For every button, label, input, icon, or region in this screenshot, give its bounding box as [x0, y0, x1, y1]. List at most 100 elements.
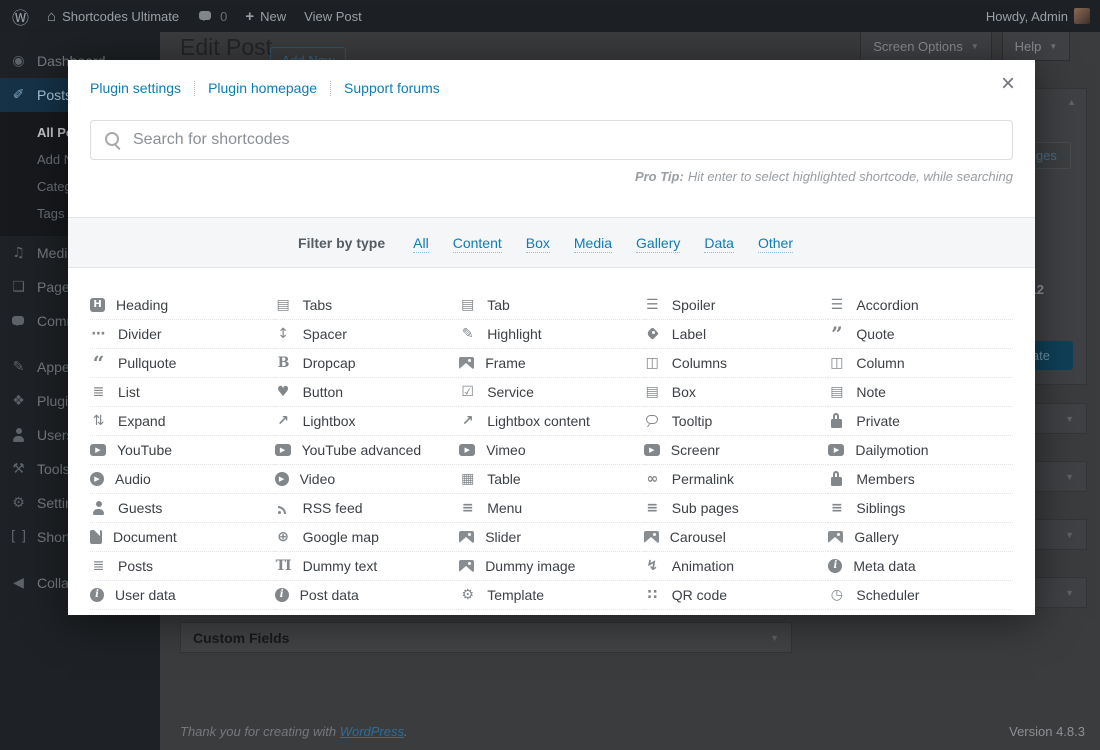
- shortcode-item-siblings[interactable]: ≡Siblings: [828, 494, 1013, 523]
- shortcode-item-label[interactable]: Label: [644, 320, 829, 349]
- filter-content[interactable]: Content: [453, 235, 502, 253]
- shortcode-item-dummy-text[interactable]: TIDummy text: [275, 552, 460, 581]
- shortcode-item-lightbox[interactable]: ↗Lightbox: [275, 407, 460, 436]
- shortcode-item-quote[interactable]: ”Quote: [828, 320, 1013, 349]
- shortcode-item-table[interactable]: ▦Table: [459, 465, 644, 494]
- shortcode-item-list[interactable]: ≣ List: [90, 378, 275, 407]
- filter-all[interactable]: All: [413, 235, 429, 253]
- shortcode-item-document[interactable]: Document: [90, 523, 275, 552]
- shortcode-item-divider[interactable]: ⋯Divider: [90, 320, 275, 349]
- shortcode-item-frame[interactable]: Frame: [459, 349, 644, 378]
- shortcode-item-tooltip[interactable]: Tooltip: [644, 407, 829, 436]
- shortcode-item-user-data[interactable]: iUser data: [90, 581, 275, 610]
- frame-image-icon: [459, 357, 474, 369]
- label-tag-icon: [644, 326, 661, 342]
- site-menu[interactable]: ⌂ Shortcodes Ultimate: [47, 8, 179, 25]
- shortcode-item-sub-pages[interactable]: ≡Sub pages: [644, 494, 829, 523]
- help-tab[interactable]: Help ▼: [1002, 32, 1070, 61]
- shortcode-label: Google map: [303, 529, 379, 545]
- shortcode-item-members[interactable]: Members: [828, 465, 1013, 494]
- screen-options-tab[interactable]: Screen Options ▼: [860, 32, 992, 61]
- shortcode-item-animation[interactable]: ↯Animation: [644, 552, 829, 581]
- shortcode-item-qr-code[interactable]: ∷QR code: [644, 581, 829, 610]
- search-input[interactable]: [90, 120, 1013, 160]
- comments-menu[interactable]: 0: [197, 8, 227, 24]
- shortcode-item-service[interactable]: ☑Service: [459, 378, 644, 407]
- shortcode-item-columns[interactable]: ◫Columns: [644, 349, 829, 378]
- shortcode-label: Heading: [116, 297, 168, 313]
- custom-fields-panel[interactable]: Custom Fields ▼: [180, 622, 792, 653]
- shortcode-item-youtube-advanced[interactable]: ▶YouTube advanced: [275, 436, 460, 465]
- list-icon: ≣: [90, 384, 107, 400]
- user-data-info-icon: i: [90, 588, 104, 602]
- shortcode-item-dailymotion[interactable]: ▶Dailymotion: [828, 436, 1013, 465]
- shortcode-item-scheduler[interactable]: ◷Scheduler: [828, 581, 1013, 610]
- filter-gallery[interactable]: Gallery: [636, 235, 680, 253]
- wordpress-link[interactable]: WordPress: [340, 724, 404, 739]
- filter-other[interactable]: Other: [758, 235, 793, 253]
- shortcode-item-permalink[interactable]: ∞Permalink: [644, 465, 829, 494]
- shortcode-item-post-data[interactable]: iPost data: [275, 581, 460, 610]
- shortcode-label: RSS feed: [303, 500, 363, 516]
- shortcode-item-carousel[interactable]: Carousel: [644, 523, 829, 552]
- modal-link-plugin-settings[interactable]: Plugin settings: [90, 80, 181, 96]
- shortcode-item-menu[interactable]: ≡Menu: [459, 494, 644, 523]
- close-icon[interactable]: ×: [995, 70, 1021, 98]
- shortcode-item-template[interactable]: ⚙Template: [459, 581, 644, 610]
- panel-toggle-down-icon[interactable]: ▼: [1065, 530, 1074, 540]
- shortcode-item-tabs[interactable]: ▤Tabs: [275, 291, 460, 320]
- shortcode-label: QR code: [672, 587, 727, 603]
- shortcode-item-posts[interactable]: ≣Posts: [90, 552, 275, 581]
- shortcode-item-slider[interactable]: Slider: [459, 523, 644, 552]
- shortcode-label: Note: [856, 384, 886, 400]
- shortcode-item-lightbox-content[interactable]: ↗Lightbox content: [459, 407, 644, 436]
- shortcode-item-pullquote[interactable]: “Pullquote: [90, 349, 275, 378]
- view-post-menu[interactable]: View Post: [304, 9, 362, 24]
- shortcode-label: Highlight: [487, 326, 541, 342]
- shortcode-item-dummy-image[interactable]: Dummy image: [459, 552, 644, 581]
- shortcode-item-gallery[interactable]: Gallery: [828, 523, 1013, 552]
- howdy-menu[interactable]: Howdy, Admin: [986, 8, 1090, 24]
- filter-data[interactable]: Data: [704, 235, 734, 253]
- dotted-separator: [330, 81, 331, 96]
- panel-toggle-up-icon[interactable]: ▲: [1067, 97, 1076, 107]
- shortcode-item-column[interactable]: ◫Column: [828, 349, 1013, 378]
- shortcode-item-screenr[interactable]: ▶Screenr: [644, 436, 829, 465]
- shortcode-item-spoiler[interactable]: ☰Spoiler: [644, 291, 829, 320]
- panel-toggle-down-icon[interactable]: ▼: [1065, 414, 1074, 424]
- shortcode-item-video[interactable]: ▶Video: [275, 465, 460, 494]
- shortcode-item-rss-feed[interactable]: RSS feed: [275, 494, 460, 523]
- shortcode-label: List: [118, 384, 140, 400]
- shortcode-item-button[interactable]: ♥Button: [275, 378, 460, 407]
- shortcode-item-private[interactable]: Private: [828, 407, 1013, 436]
- shortcode-item-accordion[interactable]: ☰Accordion: [828, 291, 1013, 320]
- shortcode-item-expand[interactable]: ⇅Expand: [90, 407, 275, 436]
- wordpress-logo-icon[interactable]: Ⓦ: [12, 4, 29, 29]
- shortcode-item-youtube[interactable]: ▶YouTube: [90, 436, 275, 465]
- shortcode-item-vimeo[interactable]: ▶Vimeo: [459, 436, 644, 465]
- shortcode-item-guests[interactable]: Guests: [90, 494, 275, 523]
- filter-box[interactable]: Box: [526, 235, 550, 253]
- shortcode-item-audio[interactable]: ▶Audio: [90, 465, 275, 494]
- panel-toggle-down-icon[interactable]: ▼: [1065, 588, 1074, 598]
- shortcode-item-dropcap[interactable]: BDropcap: [275, 349, 460, 378]
- modal-link-plugin-homepage[interactable]: Plugin homepage: [208, 80, 317, 96]
- shortcode-item-meta-data[interactable]: iMeta data: [828, 552, 1013, 581]
- panel-toggle-down-icon[interactable]: ▼: [1065, 472, 1074, 482]
- filter-media[interactable]: Media: [574, 235, 612, 253]
- shortcode-item-heading[interactable]: HHeading: [90, 291, 275, 320]
- new-menu[interactable]: + New: [245, 8, 286, 25]
- screenr-play-icon: ▶: [644, 444, 660, 456]
- box-icon: ▤: [644, 384, 661, 400]
- shortcode-item-box[interactable]: ▤Box: [644, 378, 829, 407]
- pushpin-icon: ✐: [10, 87, 27, 103]
- shortcode-item-highlight[interactable]: ✎Highlight: [459, 320, 644, 349]
- shortcode-item-note[interactable]: ▤Note: [828, 378, 1013, 407]
- plus-icon: +: [245, 8, 254, 25]
- shortcode-item-google-map[interactable]: ⊕Google map: [275, 523, 460, 552]
- panel-toggle-down-icon[interactable]: ▼: [770, 633, 779, 643]
- shortcode-item-tab[interactable]: ▤Tab: [459, 291, 644, 320]
- modal-link-support-forums[interactable]: Support forums: [344, 80, 440, 96]
- shortcode-label: Service: [487, 384, 534, 400]
- shortcode-item-spacer[interactable]: ↕Spacer: [275, 320, 460, 349]
